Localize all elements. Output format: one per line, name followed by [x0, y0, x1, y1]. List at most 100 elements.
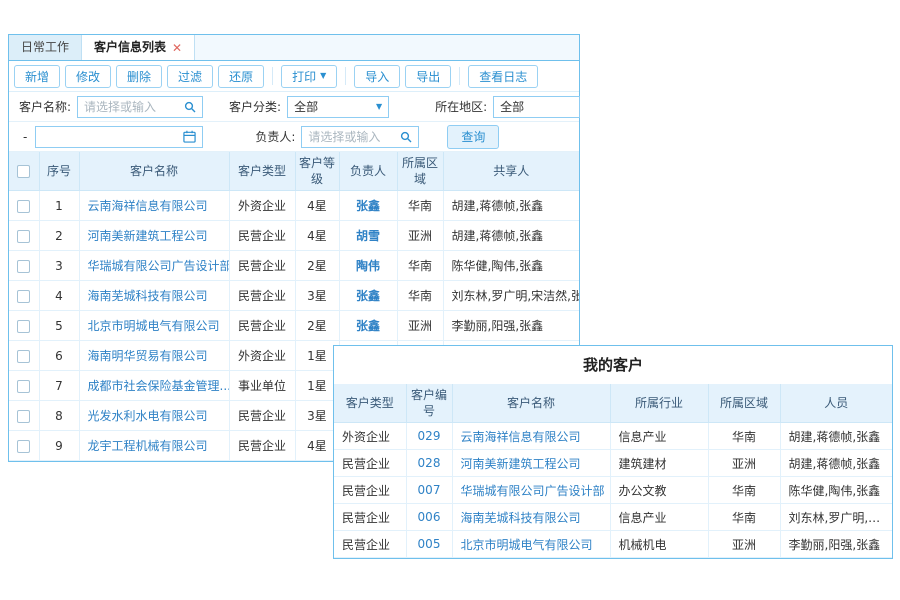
customer-name-link[interactable]: 北京市明城电气有限公司 [79, 311, 229, 341]
customer-name-link[interactable]: 河南美新建筑工程公司 [79, 221, 229, 251]
owner-link[interactable]: 张鑫 [339, 191, 397, 221]
table-row[interactable]: 民营企业 007 华瑞城有限公司广告设计部 办公文教 华南 陈华健,陶伟,张鑫 [334, 477, 892, 504]
customer-name-link[interactable]: 华瑞城有限公司广告设计部 [79, 251, 229, 281]
table-header-row: 客户类型 客户编号 客户名称 所属行业 所属区域 人员 [334, 384, 892, 423]
customer-name-link[interactable]: 海南芜城科技有限公司 [452, 504, 610, 531]
owner-link[interactable]: 陶伟 [339, 251, 397, 281]
customer-type: 民营企业 [334, 450, 406, 477]
industry: 办公文教 [610, 477, 708, 504]
row-checkbox[interactable] [17, 350, 30, 363]
customer-type: 事业单位 [229, 371, 295, 401]
customer-name-label: 客户名称: [19, 98, 71, 115]
customer-name-link[interactable]: 云南海祥信息有限公司 [452, 423, 610, 450]
table-row[interactable]: 民营企业 028 河南美新建筑工程公司 建筑建材 亚洲 胡建,蒋德帧,张鑫 [334, 450, 892, 477]
owner-link[interactable]: 张鑫 [339, 281, 397, 311]
row-index: 4 [39, 281, 79, 311]
delete-button[interactable]: 删除 [116, 65, 162, 88]
close-icon[interactable]: ✕ [172, 42, 182, 54]
staff: 陈华健,陶伟,张鑫 [780, 477, 892, 504]
tab-customer-list[interactable]: 客户信息列表 ✕ [82, 35, 195, 60]
row-checkbox[interactable] [17, 200, 30, 213]
customer-category-label: 客户分类: [229, 98, 281, 115]
toolbar-divider [345, 67, 346, 85]
shared-people: 李勤丽,阳强,张鑫 [443, 311, 579, 341]
table-row[interactable]: 民营企业 006 海南芜城科技有限公司 信息产业 华南 刘东林,罗广明,宋洁然,… [334, 504, 892, 531]
restore-button[interactable]: 还原 [218, 65, 264, 88]
customer-name-input[interactable] [84, 100, 180, 114]
customer-code-link[interactable]: 007 [406, 477, 452, 504]
customer-category-select[interactable]: 全部 ▼ [287, 96, 389, 118]
print-button[interactable]: 打印▼ [281, 65, 337, 88]
customer-name-link[interactable]: 成都市社会保险基金管理... [79, 371, 229, 401]
customer-name-link[interactable]: 云南海祥信息有限公司 [79, 191, 229, 221]
query-button[interactable]: 查询 [447, 125, 499, 149]
customer-name-link[interactable]: 河南美新建筑工程公司 [452, 450, 610, 477]
customer-code-link[interactable]: 029 [406, 423, 452, 450]
row-index: 2 [39, 221, 79, 251]
toolbar-divider [272, 67, 273, 85]
row-checkbox[interactable] [17, 290, 30, 303]
row-checkbox[interactable] [17, 260, 30, 273]
date-field[interactable] [35, 126, 203, 148]
owner-field[interactable] [301, 126, 419, 148]
industry: 机械机电 [610, 531, 708, 558]
customer-code-link[interactable]: 028 [406, 450, 452, 477]
table-row[interactable]: 2 河南美新建筑工程公司 民营企业 4星 胡雪 亚洲 胡建,蒋德帧,张鑫 [9, 221, 579, 251]
customer-type: 民营企业 [334, 477, 406, 504]
customer-name-link[interactable]: 华瑞城有限公司广告设计部 [452, 477, 610, 504]
col-staff: 人员 [780, 384, 892, 423]
table-row[interactable]: 5 北京市明城电气有限公司 民营企业 2星 张鑫 亚洲 李勤丽,阳强,张鑫 [9, 311, 579, 341]
row-checkbox[interactable] [17, 230, 30, 243]
row-checkbox[interactable] [17, 380, 30, 393]
owner-link[interactable]: 胡雪 [339, 221, 397, 251]
customer-name-link[interactable]: 北京市明城电气有限公司 [452, 531, 610, 558]
select-all-checkbox[interactable] [17, 165, 30, 178]
customer-code-link[interactable]: 006 [406, 504, 452, 531]
customer-type: 民营企业 [334, 504, 406, 531]
row-checkbox[interactable] [17, 410, 30, 423]
search-icon[interactable] [400, 131, 412, 143]
view-log-button[interactable]: 查看日志 [468, 65, 538, 88]
tab-label: 客户信息列表 [94, 35, 166, 60]
table-row[interactable]: 4 海南芜城科技有限公司 民营企业 3星 张鑫 华南 刘东林,罗广明,宋洁然,张… [9, 281, 579, 311]
customer-name-field[interactable] [77, 96, 203, 118]
customer-type: 外资企业 [229, 341, 295, 371]
row-checkbox[interactable] [17, 440, 30, 453]
table-row[interactable]: 民营企业 005 北京市明城电气有限公司 机械机电 亚洲 李勤丽,阳强,张鑫 [334, 531, 892, 558]
owner-link[interactable]: 张鑫 [339, 311, 397, 341]
customer-name-link[interactable]: 龙宇工程机械有限公司 [79, 431, 229, 461]
search-icon[interactable] [184, 101, 196, 113]
export-button[interactable]: 导出 [405, 65, 451, 88]
table-row[interactable]: 3 华瑞城有限公司广告设计部 民营企业 2星 陶伟 华南 陈华健,陶伟,张鑫 [9, 251, 579, 281]
import-button[interactable]: 导入 [354, 65, 400, 88]
table-row[interactable]: 外资企业 029 云南海祥信息有限公司 信息产业 华南 胡建,蒋德帧,张鑫 [334, 423, 892, 450]
customer-name-link[interactable]: 海南明华贸易有限公司 [79, 341, 229, 371]
date-input[interactable] [42, 130, 179, 144]
owner-input[interactable] [308, 130, 396, 144]
customer-type: 民营企业 [229, 251, 295, 281]
customer-name-link[interactable]: 光发水利水电有限公司 [79, 401, 229, 431]
staff: 刘东林,罗广明,宋洁然,张鑫 [780, 504, 892, 531]
col-customer-name: 客户名称 [79, 152, 229, 191]
filter-button[interactable]: 过滤 [167, 65, 213, 88]
tab-daily-work[interactable]: 日常工作 [9, 35, 82, 60]
col-region: 所属区域 [708, 384, 780, 423]
region: 华南 [708, 423, 780, 450]
table-header-row: 序号 客户名称 客户类型 客户等级 负责人 所属区域 共享人 [9, 152, 579, 191]
region-select[interactable]: 全部 [493, 96, 580, 118]
region: 华南 [397, 251, 443, 281]
col-owner: 负责人 [339, 152, 397, 191]
industry: 信息产业 [610, 423, 708, 450]
customer-name-link[interactable]: 海南芜城科技有限公司 [79, 281, 229, 311]
edit-button[interactable]: 修改 [65, 65, 111, 88]
row-index: 7 [39, 371, 79, 401]
select-all-cell [9, 152, 39, 191]
customer-code-link[interactable]: 005 [406, 531, 452, 558]
region: 华南 [397, 281, 443, 311]
shared-people: 刘东林,罗广明,宋洁然,张鑫 [443, 281, 579, 311]
add-button[interactable]: 新增 [14, 65, 60, 88]
calendar-icon[interactable] [183, 130, 196, 143]
row-checkbox[interactable] [17, 320, 30, 333]
customer-type: 外资企业 [334, 423, 406, 450]
table-row[interactable]: 1 云南海祥信息有限公司 外资企业 4星 张鑫 华南 胡建,蒋德帧,张鑫 [9, 191, 579, 221]
